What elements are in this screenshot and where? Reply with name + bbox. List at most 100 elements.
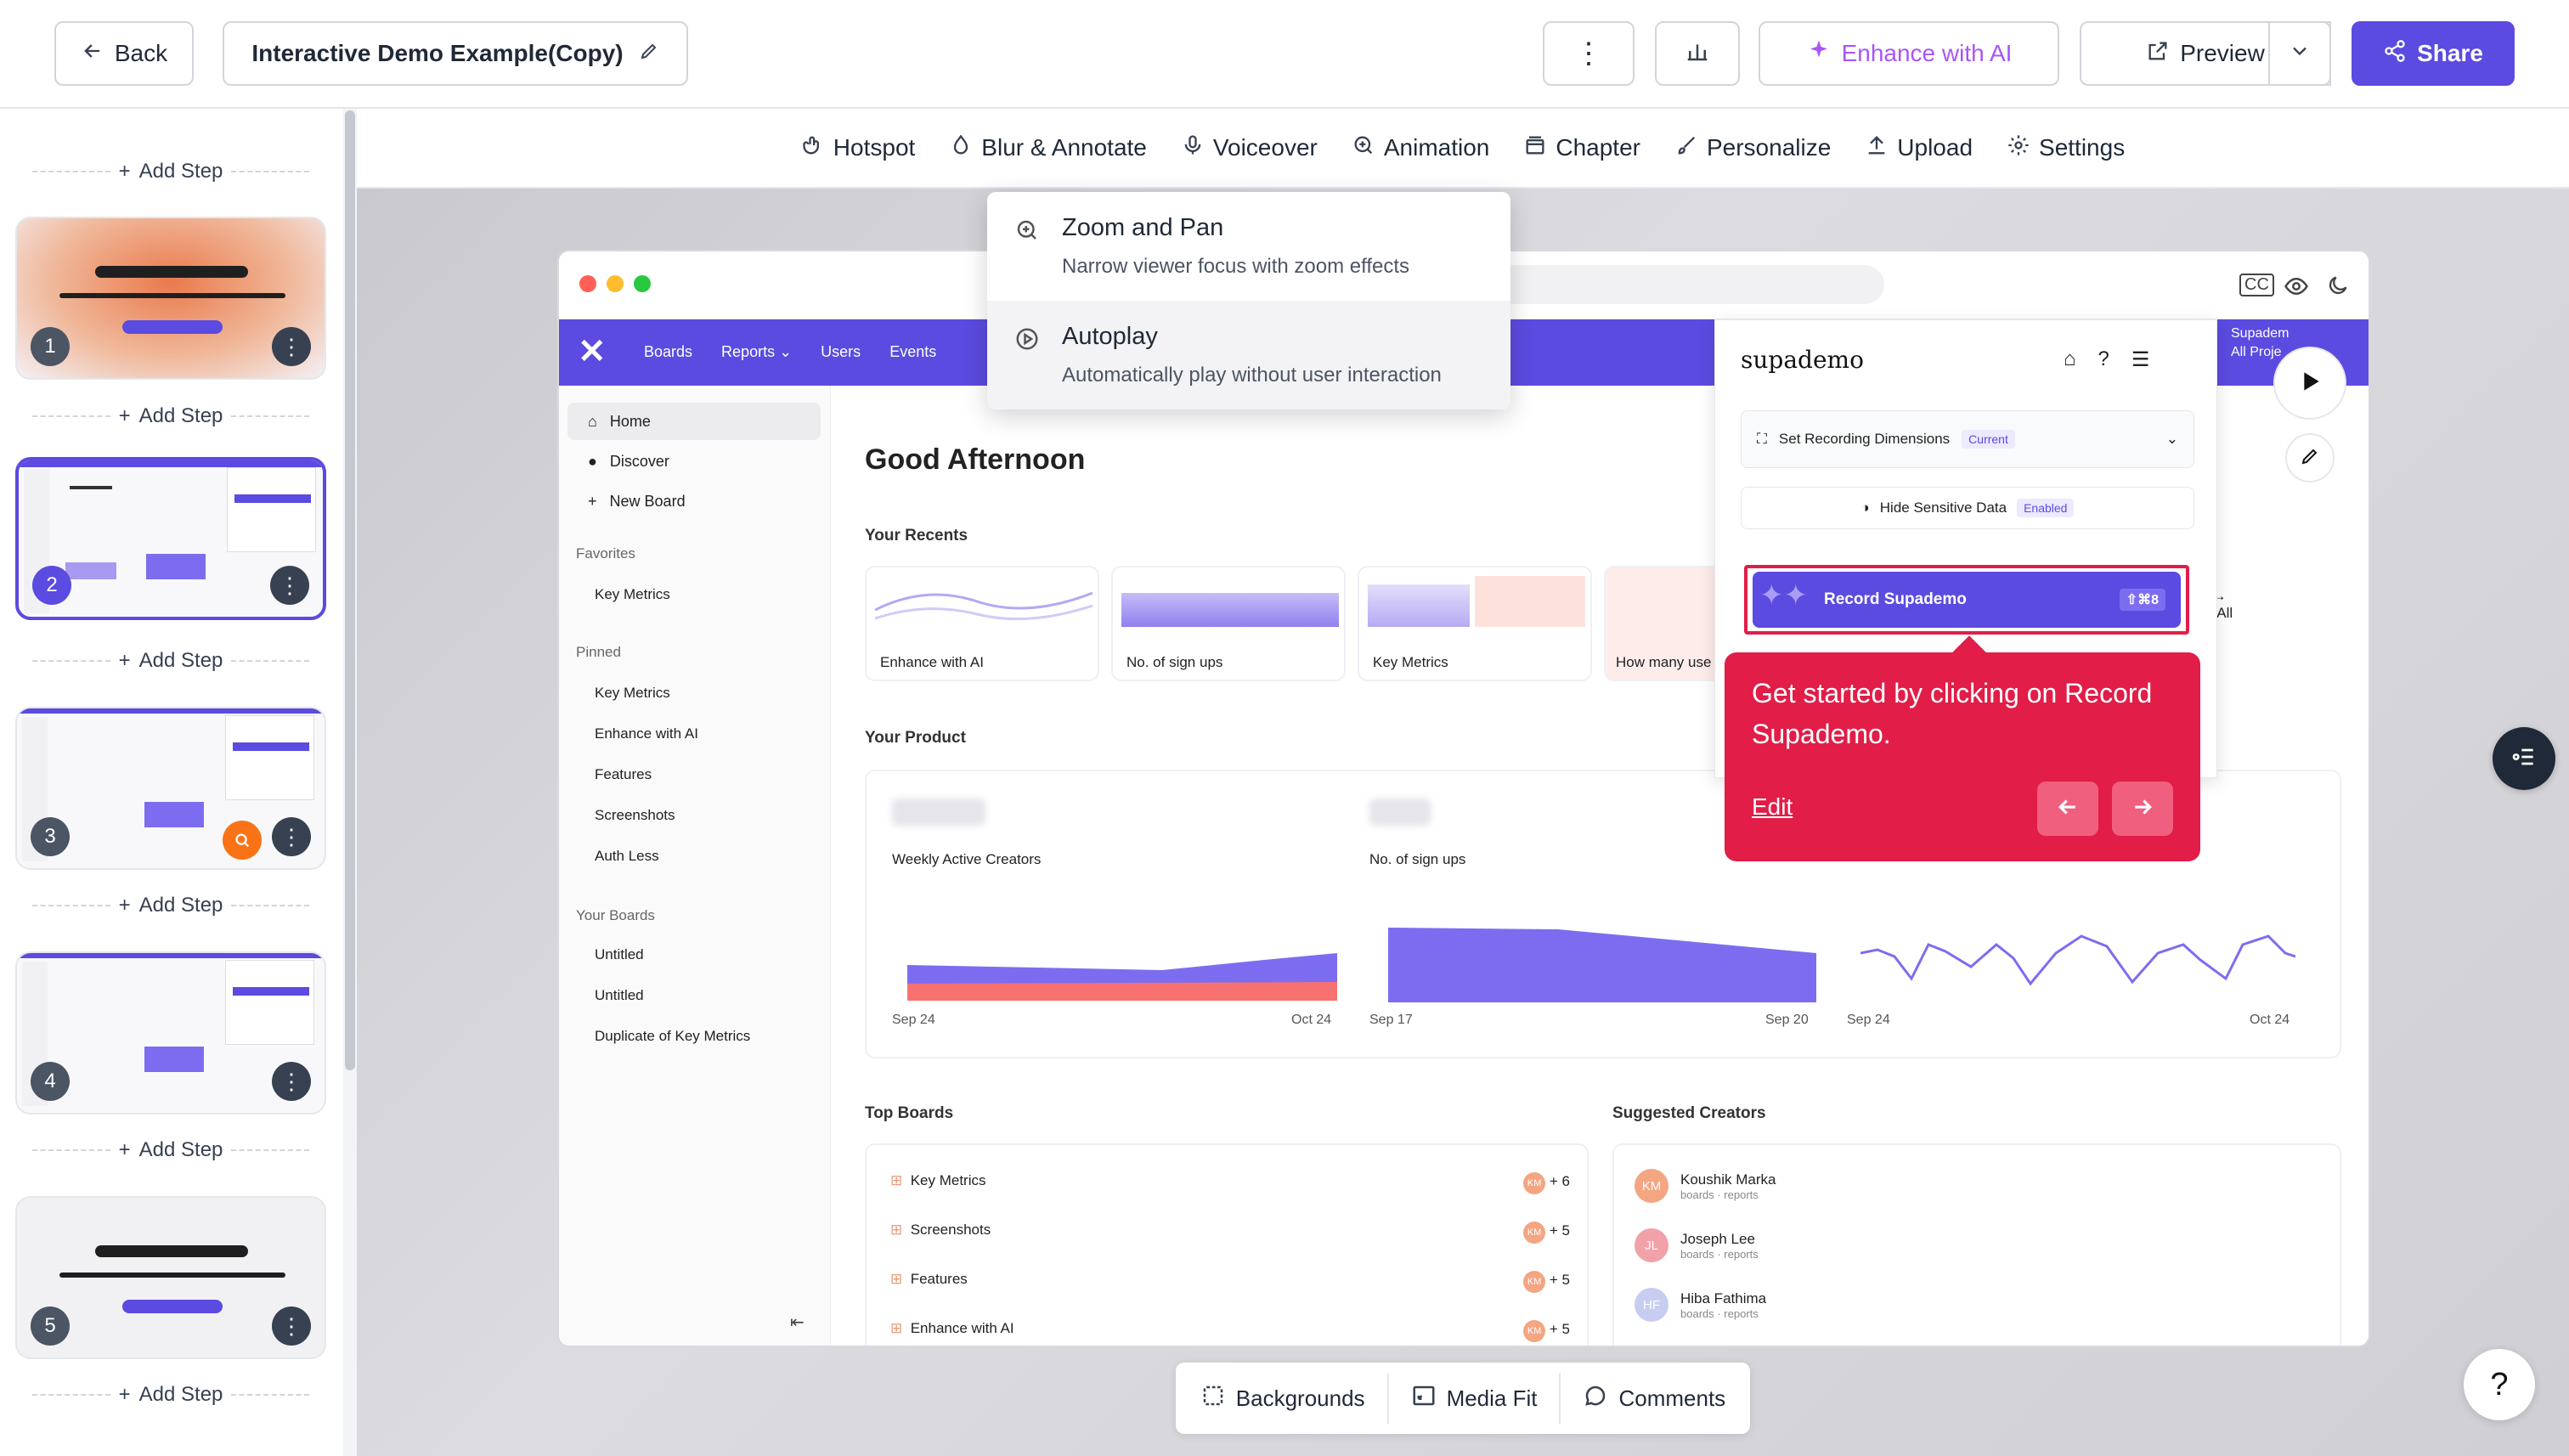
zoom-icon [1014, 217, 1040, 247]
tool-upload[interactable]: Upload [1848, 133, 1990, 163]
signups-chart [1388, 928, 1816, 1002]
tooltip-prev-button[interactable] [2037, 782, 2098, 836]
more-options-button[interactable]: ⋮ [1543, 21, 1635, 86]
step-number: 1 [31, 327, 70, 366]
step-thumbnail[interactable]: 4 ⋮ [15, 951, 326, 1115]
sidebar-scroll-thumb[interactable] [345, 110, 355, 1070]
tool-settings[interactable]: Settings [1990, 133, 2142, 163]
top-board-row[interactable]: ⊞ Enhance with AI KM + 5 [890, 1320, 1570, 1342]
menu-item-desc: Automatically play without user interact… [1062, 364, 1442, 387]
tooltip-next-button[interactable] [2112, 782, 2173, 836]
step-thumbnail[interactable]: 2 ⋮ [15, 457, 326, 620]
pinned-item[interactable]: Screenshots [595, 807, 698, 824]
plus-icon: + [118, 1383, 131, 1406]
help-icon[interactable]: ? [2098, 347, 2109, 372]
step-thumbnail[interactable]: 1 ⋮ [15, 217, 326, 380]
share-button[interactable]: Share [2352, 21, 2515, 86]
media-fit-button[interactable]: Media Fit [1389, 1373, 1561, 1424]
menu-item-zoom-pan[interactable]: Zoom and Pan Narrow viewer focus with zo… [987, 192, 1510, 301]
menu-item-autoplay[interactable]: Autoplay Automatically play without user… [987, 301, 1510, 409]
collapse-sidebar-icon[interactable]: ⇤ [790, 1312, 805, 1333]
tool-chapter[interactable]: Chapter [1506, 133, 1657, 163]
current-badge: Current [1962, 430, 2015, 449]
tool-personalize[interactable]: Personalize [1657, 133, 1848, 163]
home-icon[interactable]: ⌂ [2064, 347, 2076, 372]
pencil-icon[interactable] [639, 40, 659, 67]
animation-dropdown: Zoom and Pan Narrow viewer focus with zo… [987, 192, 1510, 409]
board-item[interactable]: Untitled [595, 987, 750, 1004]
plus-icon: + [118, 649, 131, 672]
hide-sensitive-data-button[interactable]: ◑ Hide Sensitive Data Enabled [1741, 487, 2194, 529]
backgrounds-button[interactable]: Backgrounds [1178, 1373, 1389, 1424]
back-button[interactable]: Back [54, 21, 194, 86]
top-board-row[interactable]: ⊞ Features KM + 5 [890, 1271, 1570, 1293]
recent-card-label: Key Metrics [1373, 654, 1448, 670]
sliders-icon[interactable]: ☰ [2131, 347, 2150, 372]
recent-card[interactable]: Enhance with AI [865, 566, 1099, 681]
step-thumbnail[interactable]: 5 ⋮ [15, 1196, 326, 1359]
menu-item-title: Autoplay [1062, 323, 1158, 350]
recent-card-label: How many use [1616, 654, 1712, 670]
edit-hotspot-button[interactable] [2285, 433, 2335, 483]
recent-card[interactable]: No. of sign ups [1111, 566, 1346, 681]
step-menu-icon[interactable]: ⋮ [272, 327, 311, 366]
add-step-button[interactable]: + Add Step [32, 649, 310, 673]
nav-boards[interactable]: Boards [644, 343, 692, 361]
dimensions-row[interactable]: ⛶ Set Recording Dimensions Current ⌄ [1741, 410, 2194, 468]
step-thumbnail[interactable]: 3 ⋮ [15, 707, 326, 870]
add-step-button[interactable]: + Add Step [32, 1383, 310, 1407]
record-supademo-button[interactable]: Record Supademo ⇧⌘8 [1753, 572, 2181, 628]
tool-voiceover[interactable]: Voiceover [1164, 133, 1335, 163]
play-circle-icon [1014, 326, 1040, 356]
pinned-item[interactable]: Key Metrics [595, 685, 698, 702]
add-step-button[interactable]: + Add Step [32, 160, 310, 183]
step-number: 4 [31, 1062, 70, 1101]
step-menu-icon[interactable]: ⋮ [272, 1306, 311, 1346]
top-board-row[interactable]: ⊞ Screenshots KM + 5 [890, 1222, 1570, 1244]
recent-card[interactable]: Key Metrics [1358, 566, 1592, 681]
board-item[interactable]: Duplicate of Key Metrics [595, 1028, 750, 1045]
tooltip-edit-link[interactable]: Edit [1752, 793, 1793, 821]
side-nav-new-board[interactable]: New Board [610, 493, 686, 510]
arrow-left-icon [2055, 794, 2081, 824]
add-step-button[interactable]: + Add Step [32, 1138, 310, 1162]
top-board-row[interactable]: ⊞ Key Metrics KM + 6 [890, 1172, 1570, 1194]
tool-blur-annotate[interactable]: Blur & Annotate [932, 133, 1164, 163]
demo-title[interactable]: Interactive Demo Example(Copy) [223, 21, 688, 86]
nav-events[interactable]: Events [889, 343, 936, 361]
side-nav-discover[interactable]: Discover [610, 453, 669, 470]
creator-row[interactable]: JL Joseph Lee boards · reports [1635, 1228, 1776, 1262]
pinned-item[interactable]: Enhance with AI [595, 725, 698, 742]
add-step-button[interactable]: + Add Step [32, 894, 310, 917]
avatar: HF [1635, 1288, 1668, 1322]
board-item[interactable]: Untitled [595, 946, 750, 963]
side-nav-home[interactable]: Home [610, 413, 651, 430]
nav-reports[interactable]: Reports ⌄ [721, 343, 792, 361]
nav-users[interactable]: Users [821, 343, 861, 361]
hotspot-icon [801, 133, 825, 163]
tool-hotspot[interactable]: Hotspot [784, 133, 933, 163]
creator-row[interactable]: KM Koushik Marka boards · reports [1635, 1169, 1776, 1203]
enhance-ai-button[interactable]: Enhance with AI [1759, 21, 2059, 86]
tool-animation[interactable]: Animation [1335, 133, 1507, 163]
arrow-right-icon [2130, 794, 2155, 824]
comments-button[interactable]: Comments [1561, 1373, 1747, 1424]
step-menu-icon[interactable]: ⋮ [272, 817, 311, 856]
top-board-count: + 5 [1549, 1222, 1570, 1239]
add-step-button[interactable]: + Add Step [32, 404, 310, 428]
step-menu-icon[interactable]: ⋮ [270, 566, 309, 605]
play-button[interactable] [2273, 347, 2346, 420]
menu-item-desc: Narrow viewer focus with zoom effects [1062, 255, 1410, 278]
preview-dropdown-button[interactable] [2268, 21, 2331, 86]
pinned-item[interactable]: Auth Less [595, 848, 698, 865]
step-menu-icon[interactable]: ⋮ [272, 1062, 311, 1101]
creator-sub: boards · reports [1680, 1247, 1759, 1261]
analytics-button[interactable] [1655, 21, 1740, 86]
hide-label: Hide Sensitive Data [1879, 499, 2007, 516]
creator-row[interactable]: HF Hiba Fathima boards · reports [1635, 1288, 1776, 1322]
help-button[interactable]: ? [2464, 1349, 2535, 1420]
pinned-item[interactable]: Features [595, 766, 698, 783]
chevron-down-icon: ⌄ [2165, 431, 2178, 447]
favorite-item[interactable]: Key Metrics [595, 586, 670, 603]
steps-list-button[interactable] [2493, 727, 2555, 790]
